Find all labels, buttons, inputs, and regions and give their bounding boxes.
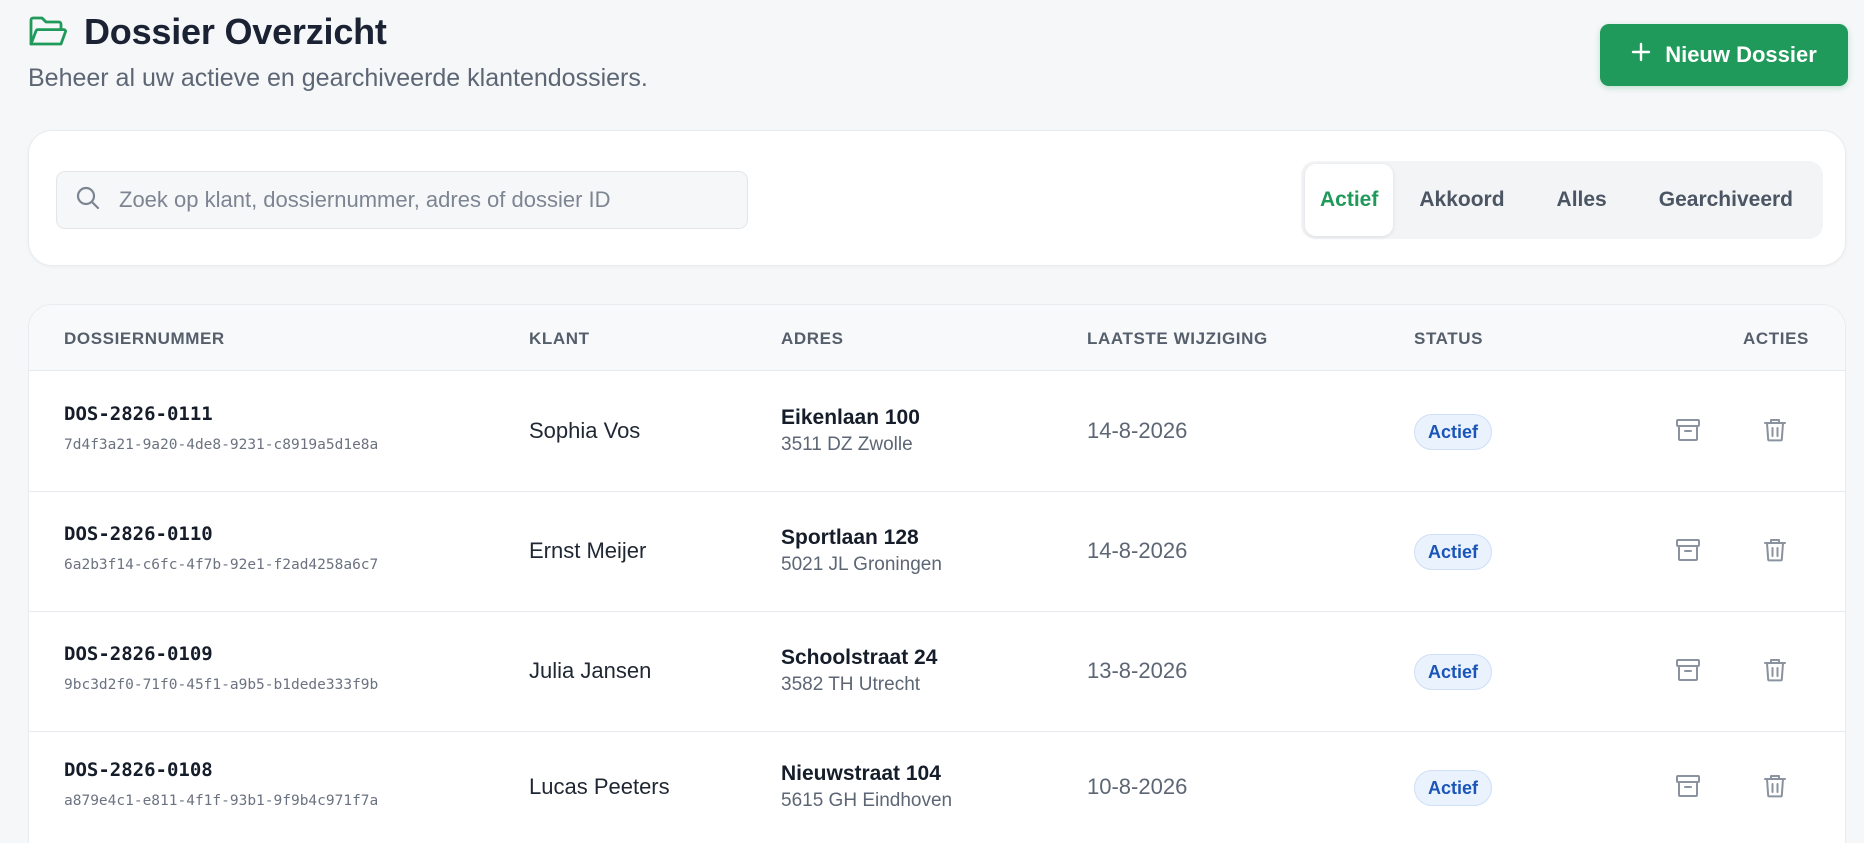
delete-button[interactable] xyxy=(1755,767,1795,807)
client-name: Ernst Meijer xyxy=(529,538,647,563)
status-cell: Actief xyxy=(1414,414,1493,450)
client-name: Lucas Peeters xyxy=(529,774,670,799)
trash-icon xyxy=(1762,537,1788,566)
status-cell: Actief xyxy=(1414,654,1493,690)
dossier-number: DOS-2826-0110 xyxy=(64,523,213,545)
last-modified: 14-8-2026 xyxy=(1087,418,1188,443)
plus-icon xyxy=(1631,42,1651,68)
address-cell: Eikenlaan 100 3511 DZ Zwolle xyxy=(781,406,920,456)
dossier-id: 9bc3d2f0-71f0-45f1-a9b5-b1dede333f9b xyxy=(64,677,379,693)
archive-icon xyxy=(1675,537,1701,566)
new-dossier-label: Nieuw Dossier xyxy=(1665,42,1817,67)
tab-alles[interactable]: Alles xyxy=(1531,164,1633,236)
table-row[interactable]: DOS-2826-0110 6a2b3f14-c6fc-4f7b-92e1-f2… xyxy=(29,492,1845,612)
page-header: Dossier Overzicht Beheer al uw actieve e… xyxy=(28,10,1848,92)
delete-button[interactable] xyxy=(1755,411,1795,451)
dossier-cell: DOS-2826-0109 9bc3d2f0-71f0-45f1-a9b5-b1… xyxy=(64,643,378,693)
archive-icon xyxy=(1675,657,1701,686)
archive-button[interactable] xyxy=(1668,531,1708,571)
archive-button[interactable] xyxy=(1668,651,1708,691)
address-street: Eikenlaan 100 xyxy=(781,406,920,429)
column-header-dossiernummer[interactable]: DOSSIERNUMMER xyxy=(64,329,225,349)
filter-card: Actief Akkoord Alles Gearchiveerd xyxy=(28,130,1846,266)
client-name: Julia Jansen xyxy=(529,658,652,683)
new-dossier-button[interactable]: Nieuw Dossier xyxy=(1600,24,1848,86)
column-header-laatste-wijziging[interactable]: LAATSTE WIJZIGING xyxy=(1087,329,1268,349)
address-city: 3511 DZ Zwolle xyxy=(781,434,913,455)
trash-icon xyxy=(1762,417,1788,446)
search-input[interactable] xyxy=(119,172,747,228)
status-badge: Actief xyxy=(1414,770,1493,806)
column-header-adres[interactable]: ADRES xyxy=(781,329,844,349)
dossier-table: DOSSIERNUMMER KLANT ADRES LAATSTE WIJZIG… xyxy=(28,304,1846,843)
last-modified: 13-8-2026 xyxy=(1087,658,1188,683)
dossier-id: 7d4f3a21-9a20-4de8-9231-c8919a5d1e8a xyxy=(64,437,379,453)
delete-button[interactable] xyxy=(1755,651,1795,691)
archive-icon xyxy=(1675,773,1701,802)
trash-icon xyxy=(1762,773,1788,802)
table-row[interactable]: DOS-2826-0108 a879e4c1-e811-4f1f-93b1-9f… xyxy=(29,732,1845,843)
status-cell: Actief xyxy=(1414,534,1493,570)
address-city: 5021 JL Groningen xyxy=(781,554,942,575)
address-cell: Sportlaan 128 5021 JL Groningen xyxy=(781,526,942,576)
search-box xyxy=(56,171,748,229)
page-title: Dossier Overzicht xyxy=(84,11,387,52)
archive-button[interactable] xyxy=(1668,767,1708,807)
folder-open-icon xyxy=(28,15,68,49)
dossier-cell: DOS-2826-0111 7d4f3a21-9a20-4de8-9231-c8… xyxy=(64,403,378,453)
trash-icon xyxy=(1762,657,1788,686)
address-city: 5615 GH Eindhoven xyxy=(781,790,953,811)
address-street: Schoolstraat 24 xyxy=(781,646,938,669)
table-row[interactable]: DOS-2826-0111 7d4f3a21-9a20-4de8-9231-c8… xyxy=(29,372,1845,492)
title-row: Dossier Overzicht xyxy=(28,10,1848,54)
status-badge: Actief xyxy=(1414,654,1493,690)
archive-icon xyxy=(1675,417,1701,446)
dossier-id: a879e4c1-e811-4f1f-93b1-9f9b4c971f7a xyxy=(64,793,379,809)
tab-actief[interactable]: Actief xyxy=(1305,164,1394,236)
address-cell: Schoolstraat 24 3582 TH Utrecht xyxy=(781,646,937,696)
dossier-number: DOS-2826-0108 xyxy=(64,759,213,781)
status-badge: Actief xyxy=(1414,534,1493,570)
dossier-number: DOS-2826-0109 xyxy=(64,643,213,665)
column-header-klant[interactable]: KLANT xyxy=(529,329,590,349)
delete-button[interactable] xyxy=(1755,531,1795,571)
last-modified: 14-8-2026 xyxy=(1087,538,1188,563)
client-name: Sophia Vos xyxy=(529,418,641,443)
search-icon xyxy=(57,185,101,216)
page-subtitle: Beheer al uw actieve en gearchiveerde kl… xyxy=(28,64,648,92)
archive-button[interactable] xyxy=(1668,411,1708,451)
address-street: Sportlaan 128 xyxy=(781,526,919,549)
column-header-acties: ACTIES xyxy=(1743,329,1809,348)
status-cell: Actief xyxy=(1414,770,1493,806)
dossier-cell: DOS-2826-0110 6a2b3f14-c6fc-4f7b-92e1-f2… xyxy=(64,523,378,573)
table-header: DOSSIERNUMMER KLANT ADRES LAATSTE WIJZIG… xyxy=(29,305,1845,371)
status-badge: Actief xyxy=(1414,414,1493,450)
column-header-status[interactable]: STATUS xyxy=(1414,329,1483,349)
status-filter-tabs: Actief Akkoord Alles Gearchiveerd xyxy=(1301,161,1823,239)
last-modified: 10-8-2026 xyxy=(1087,774,1188,799)
dossier-cell: DOS-2826-0108 a879e4c1-e811-4f1f-93b1-9f… xyxy=(64,759,378,809)
dossier-overview-page: Dossier Overzicht Beheer al uw actieve e… xyxy=(0,0,1864,843)
table-row[interactable]: DOS-2826-0109 9bc3d2f0-71f0-45f1-a9b5-b1… xyxy=(29,612,1845,732)
dossier-number: DOS-2826-0111 xyxy=(64,403,213,425)
tab-gearchiveerd[interactable]: Gearchiveerd xyxy=(1633,164,1819,236)
address-city: 3582 TH Utrecht xyxy=(781,674,921,695)
address-cell: Nieuwstraat 104 5615 GH Eindhoven xyxy=(781,762,952,812)
tab-akkoord[interactable]: Akkoord xyxy=(1393,164,1530,236)
address-street: Nieuwstraat 104 xyxy=(781,762,941,785)
dossier-id: 6a2b3f14-c6fc-4f7b-92e1-f2ad4258a6c7 xyxy=(64,557,379,573)
